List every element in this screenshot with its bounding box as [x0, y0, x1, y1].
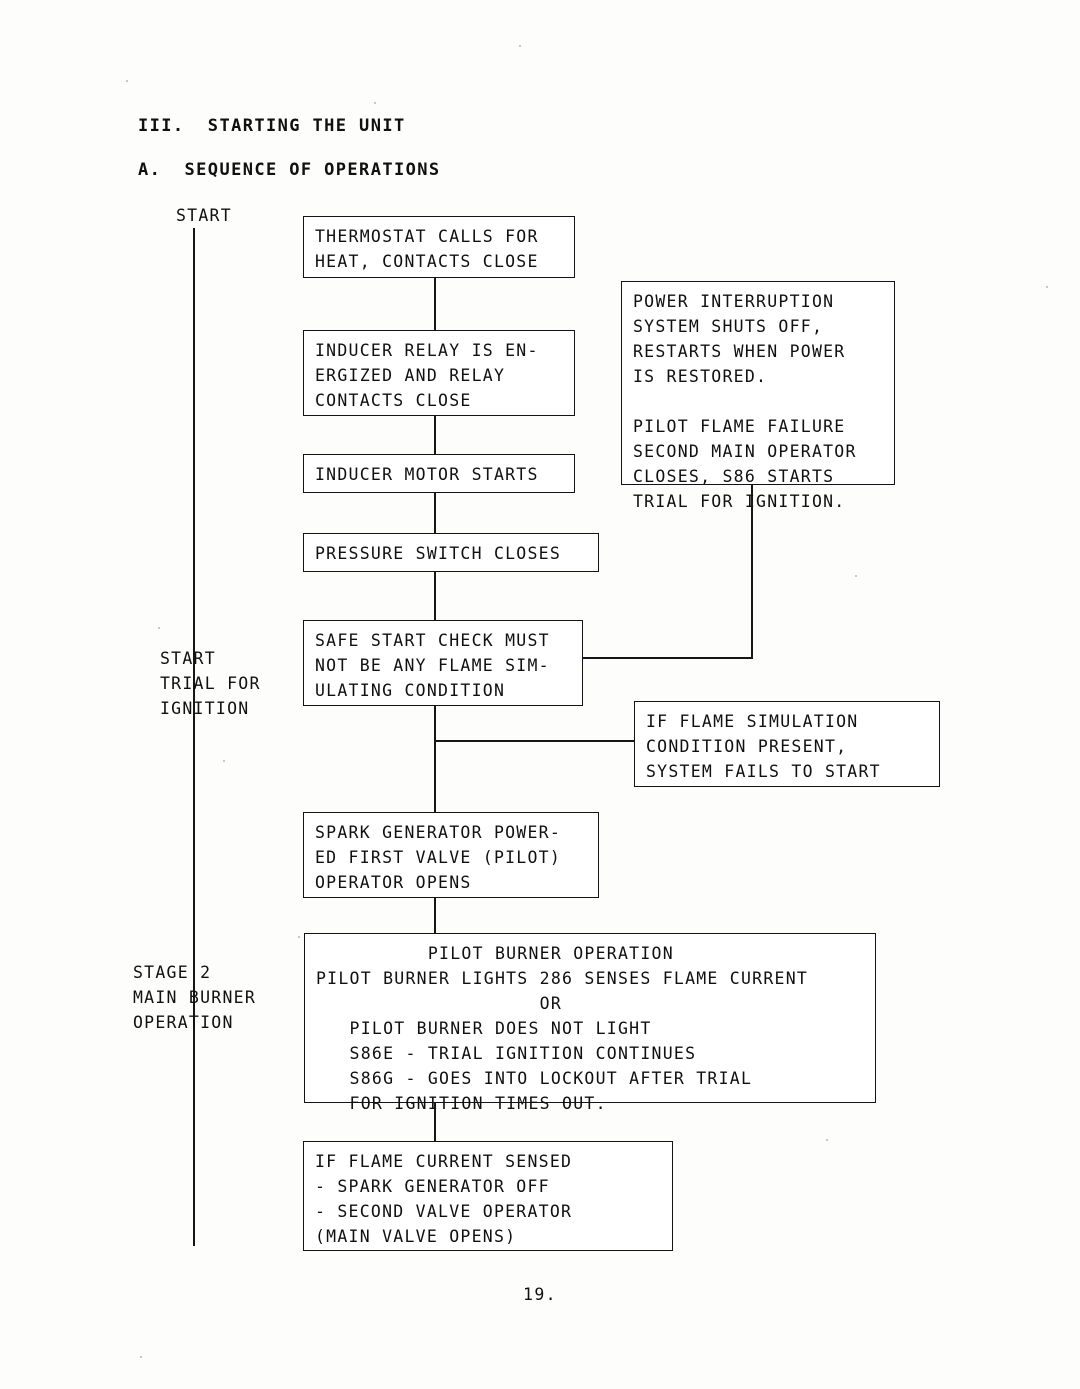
document-page: III. STARTING THE UNIT A. SEQUENCE OF OP… [0, 0, 1080, 1389]
connector-pressure-switch-to-safe-start [434, 572, 436, 620]
flow-box-pilot-burner-operation: PILOT BURNER OPERATION PILOT BURNER LIGH… [304, 933, 876, 1113]
stage-label-start: START [176, 206, 232, 225]
flow-box-flame-simulation: IF FLAME SIMULATION CONDITION PRESENT, S… [634, 701, 940, 787]
stage-label-stage-2: STAGE 2 MAIN BURNER OPERATION [133, 963, 257, 1032]
stage-label-trial-for-ignition: START TRIAL FOR IGNITION [160, 649, 261, 718]
scan-speck [826, 1139, 828, 1141]
scan-speck [126, 80, 128, 82]
scan-speck [1046, 286, 1048, 288]
scan-speck [374, 102, 376, 104]
scan-speck [519, 45, 521, 47]
flow-box-power-interruption: POWER INTERRUPTION SYSTEM SHUTS OFF, RES… [621, 281, 895, 511]
connector-thermostat-to-inducer-relay [434, 278, 436, 330]
scan-speck [158, 627, 160, 629]
connector-safe-start-to-flame-simulation [434, 740, 636, 742]
scan-speck [855, 575, 857, 577]
flow-box-inducer-relay: INDUCER RELAY IS EN- ERGIZED AND RELAY C… [303, 330, 575, 416]
scan-speck [223, 760, 225, 762]
flow-box-spark-generator: SPARK GENERATOR POWER- ED FIRST VALVE (P… [303, 812, 599, 898]
scan-speck [140, 1356, 142, 1358]
connector-inducer-motor-to-pressure-switch [434, 493, 436, 533]
flow-box-thermostat: THERMOSTAT CALLS FOR HEAT, CONTACTS CLOS… [303, 216, 575, 278]
connector-spark-generator-to-pilot-burner [434, 898, 436, 933]
connector-inducer-relay-to-inducer-motor [434, 416, 436, 454]
scan-speck [298, 936, 300, 938]
subsection-title: A. SEQUENCE OF OPERATIONS [138, 160, 441, 180]
flow-box-safe-start-check: SAFE START CHECK MUST NOT BE ANY FLAME S… [303, 620, 583, 706]
page-number: 19. [522, 1285, 557, 1304]
start-spine-line [193, 228, 195, 1246]
flow-box-inducer-motor: INDUCER MOTOR STARTS [303, 454, 575, 493]
page-title: III. STARTING THE UNIT [138, 116, 406, 136]
connector-power-interruption-to-safe-start [583, 657, 753, 659]
flow-box-flame-current-sensed: IF FLAME CURRENT SENSED - SPARK GENERATO… [303, 1141, 673, 1251]
flow-box-pressure-switch: PRESSURE SWITCH CLOSES [303, 533, 599, 572]
connector-pilot-burner-to-flame-current [434, 1103, 436, 1141]
connector-safe-start-to-spark-generator [434, 706, 436, 812]
connector-power-interruption-down [751, 485, 753, 659]
